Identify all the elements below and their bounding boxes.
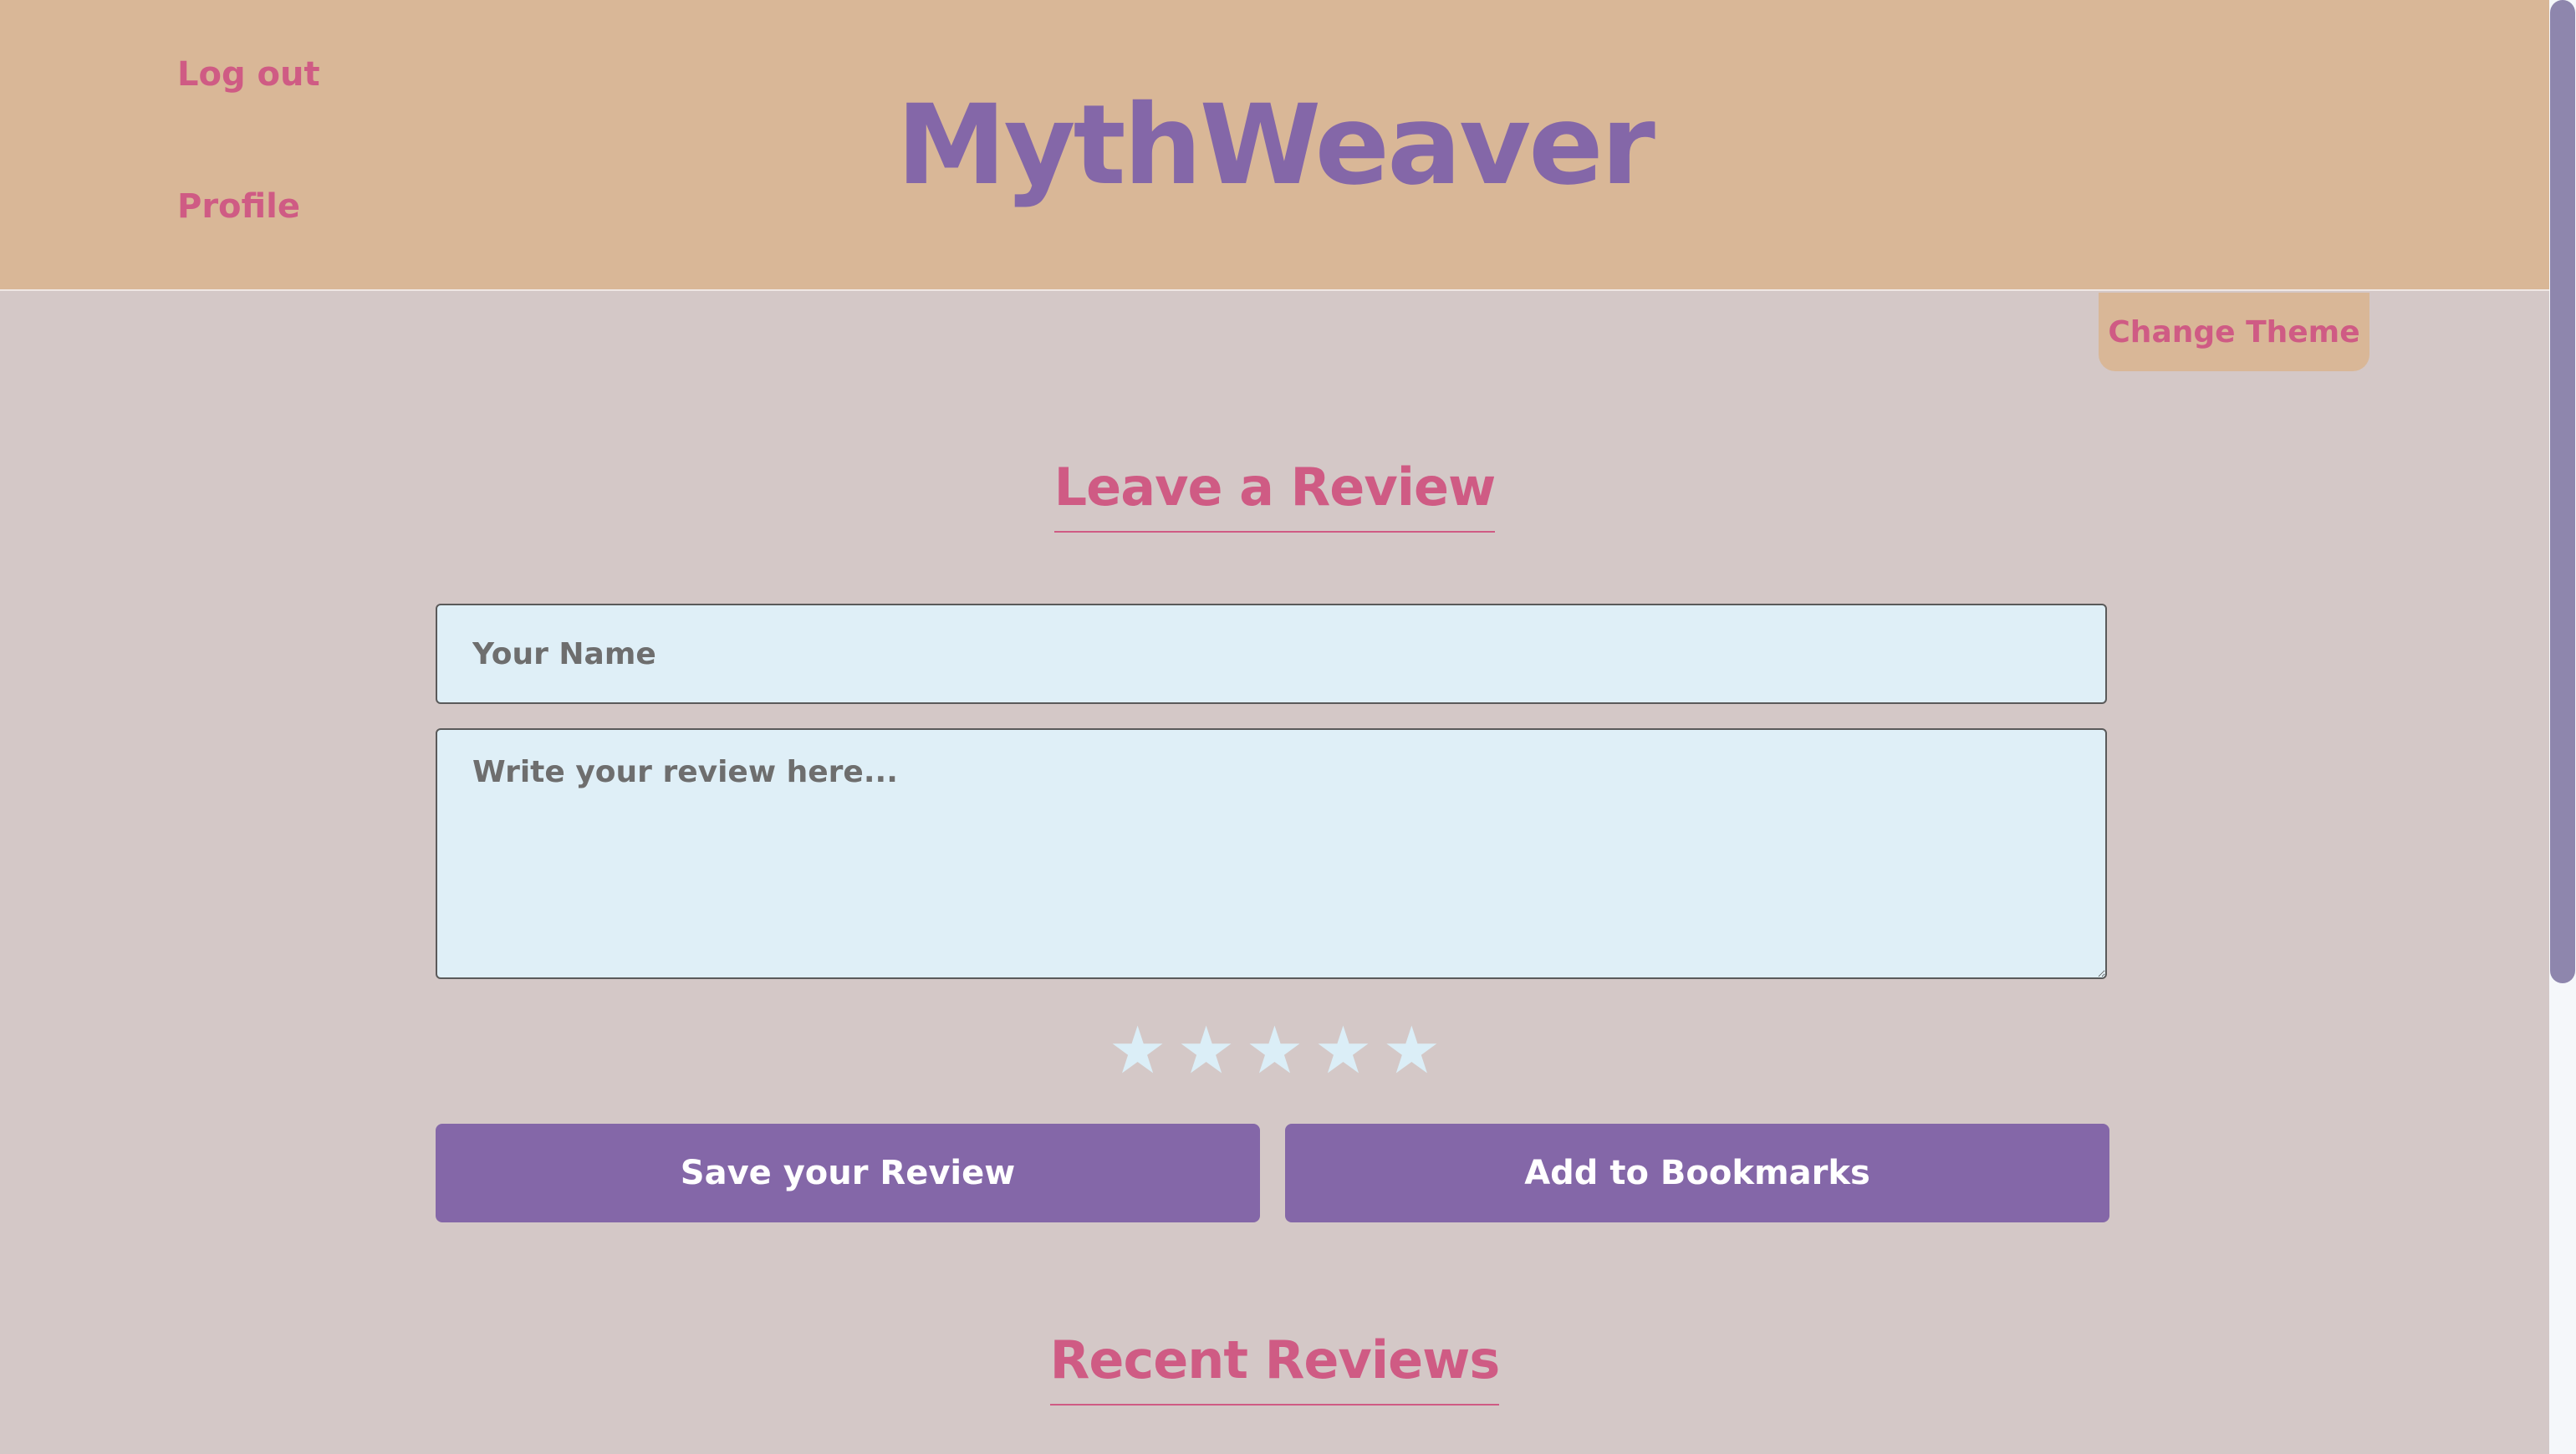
leave-review-title: Leave a Review <box>1053 457 1496 533</box>
recent-reviews-title: Recent Reviews <box>1049 1329 1500 1406</box>
leave-review-heading: Leave a Review <box>0 457 2549 533</box>
name-input[interactable] <box>436 604 2107 704</box>
star-3-icon[interactable]: ★ <box>1246 1013 1304 1089</box>
star-1-icon[interactable]: ★ <box>1109 1013 1167 1089</box>
scrollbar-thumb[interactable] <box>2550 0 2575 983</box>
star-rating: ★ ★ ★ ★ ★ <box>0 1013 2549 1089</box>
star-4-icon[interactable]: ★ <box>1314 1013 1372 1089</box>
site-header: Log out Profile MythWeaver <box>0 0 2549 291</box>
change-theme-button[interactable]: Change Theme <box>2099 293 2369 371</box>
star-2-icon[interactable]: ★ <box>1177 1013 1236 1089</box>
save-review-button[interactable]: Save your Review <box>436 1124 1260 1222</box>
review-textarea[interactable] <box>436 728 2107 979</box>
add-bookmark-button[interactable]: Add to Bookmarks <box>1285 1124 2109 1222</box>
recent-reviews-heading: Recent Reviews <box>0 1329 2549 1406</box>
star-5-icon[interactable]: ★ <box>1382 1013 1441 1089</box>
site-logo: MythWeaver <box>896 81 1655 210</box>
